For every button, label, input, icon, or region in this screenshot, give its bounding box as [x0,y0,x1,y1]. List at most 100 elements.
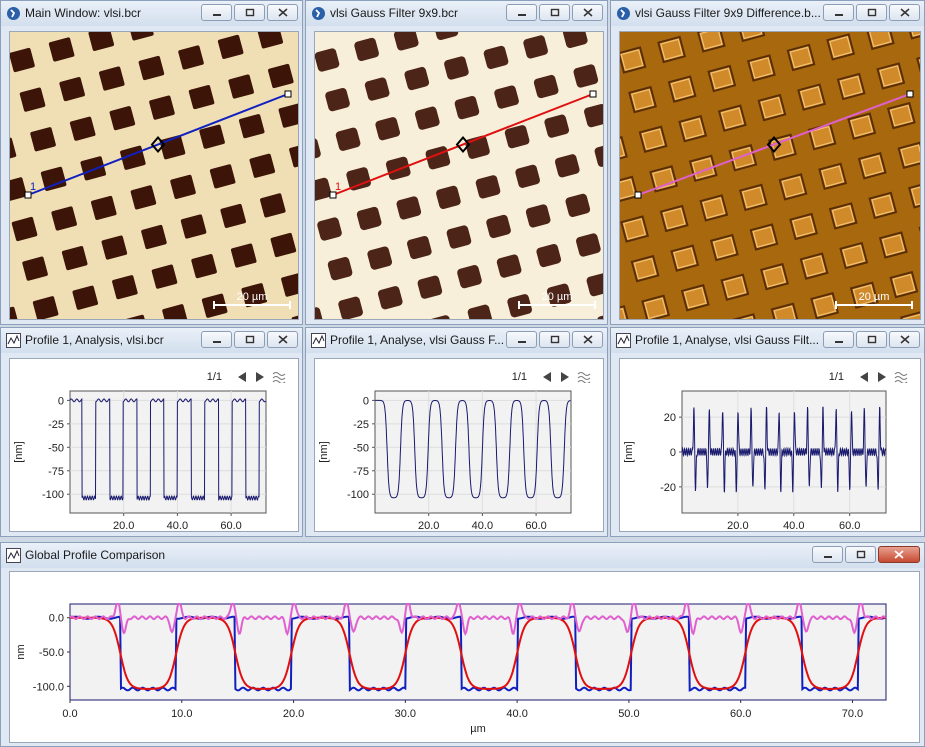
afm-image[interactable]: 1 20 µm [9,31,299,320]
title-bar[interactable]: Global Profile Comparison [1,543,924,568]
x-tick-label: 40.0 [783,520,804,531]
x-tick-label: 20.0 [418,520,439,531]
maximize-button[interactable] [234,4,265,21]
minimize-icon [517,13,526,16]
main-image-window[interactable]: Main Window: vlsi.bcr 1 20 µm [0,0,303,325]
minimize-button[interactable] [506,331,537,348]
scale-bar-label: 20 µm [542,291,573,303]
y-tick-label: -75 [353,466,369,478]
close-button[interactable] [267,4,298,21]
x-tick-label: 60.0 [839,520,860,531]
close-button[interactable] [572,331,603,348]
maximize-button[interactable] [856,4,887,21]
minimize-button[interactable] [201,331,232,348]
maximize-button[interactable] [856,331,887,348]
minimize-icon [834,340,843,343]
x-tick-label: 50.0 [618,708,639,720]
maximize-icon [867,335,876,344]
title-bar[interactable]: vlsi Gauss Filter 9x9 Difference.b... [611,1,924,26]
afm-image-canvas[interactable]: 1 20 µm [315,32,603,319]
close-icon [900,8,909,17]
title-bar[interactable]: Main Window: vlsi.bcr [1,1,302,26]
afm-image-canvas[interactable]: 20 µm [620,32,920,319]
x-tick-label: 60.0 [525,520,546,531]
y-tick-label: -25 [353,419,369,431]
profile-chart-icon [311,333,326,348]
afm-image[interactable]: 20 µm [619,31,921,320]
minimize-button[interactable] [201,4,232,21]
x-tick-label: 0.0 [62,708,77,720]
gauss-image-window[interactable]: vlsi Gauss Filter 9x9.bcr 1 20 µm [305,0,608,325]
afm-image-canvas[interactable]: 1 20 µm [10,32,298,319]
maximize-icon [245,8,254,17]
close-icon [894,550,904,559]
title-bar[interactable]: Profile 1, Analysis, vlsi.bcr [1,328,302,353]
profile-chart-icon [6,333,21,348]
comparison-panel: 0.0 -50.0 -100.0 0.0 10.0 20.0 30.0 40.0 50.0 60.… [9,571,920,743]
app-icon [312,7,325,20]
x-tick-label: 40.0 [167,520,188,531]
minimize-icon [212,13,221,16]
close-icon [900,335,909,344]
window-title: vlsi Gauss Filter 9x9 Difference.b... [635,6,821,20]
window-title: Profile 1, Analyse, vlsi Gauss F... [330,333,505,347]
line-handle-end [284,90,292,98]
minimize-button[interactable] [823,331,854,348]
close-button[interactable] [878,546,920,563]
window-title: Profile 1, Analysis, vlsi.bcr [25,333,164,347]
title-bar[interactable]: Profile 1, Analyse, vlsi Gauss Filt... [611,328,924,353]
maximize-button[interactable] [539,331,570,348]
profile-window-1[interactable]: Profile 1, Analysis, vlsi.bcr 1/1 0 -25 -5… [0,327,303,537]
profile-chart[interactable]: 200-2020.040.060.0[µm][nm] [620,359,920,531]
y-tick-label: 0 [363,395,369,407]
profile-chart[interactable]: 0-25-50-75-10020.040.060.0[µm][nm] [10,359,298,531]
y-tick-label: -50 [48,442,64,454]
y-axis-label: [nm] [318,441,330,462]
title-bar[interactable]: vlsi Gauss Filter 9x9.bcr [306,1,607,26]
minimize-button[interactable] [812,546,843,563]
y-axis-label: nm [15,644,27,659]
minimize-icon [823,555,832,558]
title-bar[interactable]: Profile 1, Analyse, vlsi Gauss F... [306,328,607,353]
global-comparison-window[interactable]: Global Profile Comparison 0.0 -50.0 -100.0… [0,542,925,747]
scale-bar-label: 20 µm [859,291,890,303]
profile-window-3[interactable]: Profile 1, Analyse, vlsi Gauss Filt... 1… [610,327,925,537]
scale-bar-label: 20 µm [237,291,268,303]
window-title: Global Profile Comparison [25,548,166,562]
y-tick-label: -50.0 [39,647,64,659]
maximize-button[interactable] [234,331,265,348]
y-tick-label: 0.0 [49,613,64,625]
y-tick-label: 0 [58,395,64,407]
y-tick-label: -50 [353,442,369,454]
maximize-icon [867,8,876,17]
close-button[interactable] [889,4,920,21]
close-button[interactable] [572,4,603,21]
y-tick-label: -25 [48,419,64,431]
close-icon [278,335,287,344]
minimize-button[interactable] [823,4,854,21]
maximize-button[interactable] [845,546,876,563]
x-tick-label: 20.0 [283,708,304,720]
window-title: Main Window: vlsi.bcr [25,6,142,20]
profile-chart-icon [616,333,631,348]
afm-image[interactable]: 1 20 µm [314,31,604,320]
close-button[interactable] [267,331,298,348]
y-tick-label: -100.0 [33,681,64,693]
profile-chart-icon [6,548,21,563]
diff-image-window[interactable]: vlsi Gauss Filter 9x9 Difference.b... 20… [610,0,925,325]
profile-panel: 1/1 200-2020.040.060.0[µm][nm] [619,358,921,532]
close-button[interactable] [889,331,920,348]
x-tick-label: 40.0 [472,520,493,531]
y-axis-label: [nm] [623,441,635,462]
x-tick-label: 60.0 [220,520,241,531]
y-axis-label: [nm] [13,441,25,462]
line-marker-label: 1 [30,181,36,193]
x-tick-label: 20.0 [113,520,134,531]
comparison-chart[interactable]: 0.0 -50.0 -100.0 0.0 10.0 20.0 30.0 40.0 50.0 60.… [10,572,919,742]
maximize-button[interactable] [539,4,570,21]
profile-window-2[interactable]: Profile 1, Analyse, vlsi Gauss F... 1/1 … [305,327,608,537]
minimize-button[interactable] [506,4,537,21]
profile-chart[interactable]: 0-25-50-75-10020.040.060.0[µm][nm] [315,359,603,531]
line-handle-end [906,90,914,98]
profile-panel: 1/1 0-25-50-75-10020.040.060.0[µm][nm] [314,358,604,532]
